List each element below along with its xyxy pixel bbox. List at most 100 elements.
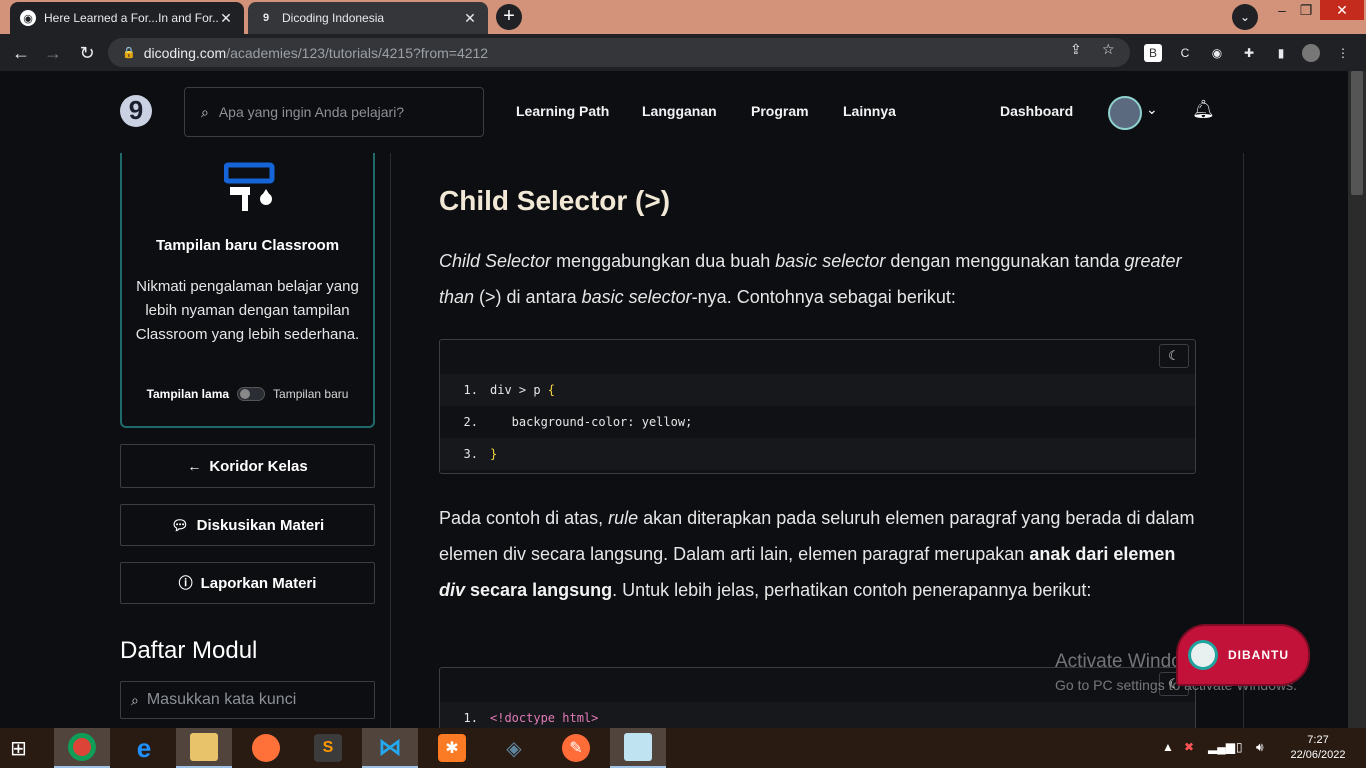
extension-eyes-icon[interactable]: ◉	[1208, 44, 1226, 62]
moon-icon[interactable]: ☾	[1159, 344, 1189, 368]
notes-taskbar-icon[interactable]	[610, 728, 666, 768]
search-icon: ⌕	[201, 103, 209, 120]
line-number: 2.	[463, 415, 478, 429]
extension-c-icon[interactable]: C	[1176, 44, 1194, 62]
help-badge-label: DIBANTU	[1228, 648, 1289, 662]
url-path: /academies/123/tutorials/4215?from=4212	[226, 44, 489, 61]
mysql-workbench-taskbar-icon[interactable]: ◈	[486, 728, 542, 768]
postman-taskbar-icon[interactable]: ✎	[548, 728, 604, 768]
button-label: Laporkan Materi	[200, 574, 317, 592]
button-label: Diskusikan Materi	[196, 516, 325, 534]
text: (>) di antara	[474, 287, 582, 307]
clock-time: 7:27	[1307, 734, 1329, 746]
taskbar-clock[interactable]: 7:27 22/06/2022	[1288, 733, 1348, 763]
new-tab-button[interactable]: +	[496, 4, 522, 30]
extension-b-icon[interactable]: B	[1144, 44, 1162, 62]
module-search-input[interactable]	[146, 691, 357, 709]
term-div: div	[439, 580, 466, 600]
paint-roller-icon	[224, 162, 275, 211]
chat-bubble-icon: 💬︎	[170, 516, 189, 533]
text: . Untuk lebih jelas, perhatikan contoh p…	[612, 580, 1092, 600]
help-chat-badge[interactable]: DIBANTU	[1176, 624, 1310, 686]
edge-taskbar-icon[interactable]: e	[116, 728, 172, 768]
tab-learned-for-in[interactable]: ◉ Here Learned a For...In and For...o ✕	[10, 2, 244, 34]
diskusikan-materi-button[interactable]: 💬︎ Diskusikan Materi	[120, 504, 375, 546]
dicoding-logo[interactable]: 9	[120, 95, 152, 127]
section-heading: Child Selector (>)	[439, 185, 671, 216]
button-label: Koridor Kelas	[209, 457, 308, 475]
bookmark-star-icon[interactable]: ☆	[1102, 41, 1115, 58]
chrome-taskbar-icon[interactable]	[54, 728, 110, 768]
toggle-old-label: Tampilan lama	[146, 387, 230, 401]
laporkan-materi-button[interactable]: ⓘ Laporkan Materi	[120, 562, 375, 604]
window-close-button[interactable]: ✕	[1320, 0, 1364, 20]
avatar[interactable]	[1108, 96, 1142, 130]
address-bar[interactable]: 🔒 dicoding.com /academies/123/tutorials/…	[108, 38, 1130, 67]
code-block-1: ☾ 1. div > p { 2. background-color: yell…	[439, 339, 1196, 474]
nav-lainnya[interactable]: Lainnya	[843, 103, 896, 119]
nav-dashboard[interactable]: Dashboard	[1000, 103, 1073, 119]
bold-text: secara langsung	[465, 580, 613, 600]
site-search[interactable]: ⌕	[184, 87, 484, 137]
line-number: 1.	[463, 383, 478, 397]
paragraph-explanation: Pada contoh di atas, rule akan diterapka…	[439, 500, 1199, 608]
nav-langganan[interactable]: Langganan	[642, 103, 717, 119]
tab-title: Here Learned a For...In and For...o	[44, 11, 218, 25]
reload-icon[interactable]: ↻	[74, 40, 100, 66]
tab-dicoding[interactable]: 9 Dicoding Indonesia ✕	[248, 2, 488, 34]
text: dengan menggunakan tanda	[885, 251, 1125, 271]
line-number: 3.	[463, 447, 478, 461]
classroom-promo-card: Tampilan baru Classroom Nikmati pengalam…	[120, 153, 375, 428]
tray-chevron-up-icon[interactable]: ▲	[1162, 740, 1174, 754]
bell-icon[interactable]: 🔔︎	[1192, 99, 1215, 120]
profile-avatar-icon[interactable]	[1302, 44, 1320, 62]
windows-start-icon[interactable]: ⊞	[10, 736, 36, 760]
battery-icon[interactable]: ▯	[1236, 740, 1243, 754]
toggle-new-label: Tampilan baru	[273, 387, 349, 401]
paragraph-intro: Child Selector menggabungkan dua buah ba…	[439, 243, 1199, 315]
close-icon[interactable]: ✕	[218, 10, 234, 27]
vscode-taskbar-icon[interactable]: ⋈	[362, 728, 418, 768]
firefox-taskbar-icon[interactable]	[238, 728, 294, 768]
side-panel-icon[interactable]: ▮	[1272, 44, 1290, 62]
code-line: 1. <!doctype html>	[440, 702, 1195, 728]
file-explorer-taskbar-icon[interactable]	[176, 728, 232, 768]
term-basic-selector: basic selector	[775, 251, 886, 271]
code-text: div > p	[490, 383, 548, 397]
back-arrow-icon[interactable]: ←	[8, 40, 34, 66]
browser-tab-strip: ◉ Here Learned a For...In and For...o ✕ …	[0, 0, 1366, 34]
promo-title: Tampilan baru Classroom	[155, 237, 340, 254]
info-icon: ⓘ	[178, 575, 193, 591]
code-text: background-color: yellow;	[490, 415, 693, 429]
forward-arrow-icon[interactable]: →	[40, 40, 66, 66]
xampp-taskbar-icon[interactable]: ✱	[424, 728, 480, 768]
speaker-icon[interactable]: 🔊︎	[1256, 740, 1264, 755]
tab-title: Dicoding Indonesia	[282, 11, 385, 25]
bold-text: anak dari elemen	[1029, 544, 1176, 564]
text: Pada contoh di atas,	[439, 508, 609, 528]
windows-taskbar: ⊞ e S ⋈ ✱ ◈ ✎ ▲ ✖ ▂▄▆ ▯ 🔊︎ 7:27 22/06/20…	[0, 728, 1366, 768]
signal-icon[interactable]: ▂▄▆	[1208, 740, 1235, 754]
promo-description: Nikmati pengalaman belajar yang lebih ny…	[135, 278, 360, 343]
puzzle-icon[interactable]: ✚	[1240, 44, 1258, 62]
view-switch[interactable]	[237, 387, 266, 401]
code-text: <!doctype html>	[490, 711, 599, 725]
search-input[interactable]	[218, 104, 459, 120]
code-line: 2. background-color: yellow;	[440, 406, 1195, 438]
sublime-taskbar-icon[interactable]: S	[300, 728, 356, 768]
robot-icon	[1188, 640, 1218, 670]
nav-learning-path[interactable]: Learning Path	[516, 103, 609, 119]
koridor-kelas-button[interactable]: ← Koridor Kelas	[120, 444, 375, 488]
scrollbar-thumb[interactable]	[1351, 71, 1363, 195]
nav-program[interactable]: Program	[751, 103, 809, 119]
kebab-menu-icon[interactable]: ⋮	[1334, 44, 1352, 62]
chevron-down-icon[interactable]: ⌄	[1146, 101, 1158, 118]
page-scrollbar[interactable]	[1348, 71, 1366, 728]
chevron-down-icon[interactable]: ⌄	[1232, 4, 1258, 30]
module-search[interactable]: ⌕	[120, 681, 375, 719]
network-error-icon[interactable]: ✖	[1184, 740, 1194, 754]
code-line: 1. div > p {	[440, 374, 1195, 406]
module-list-heading: Daftar Modul	[120, 637, 258, 664]
share-icon[interactable]: ⇪	[1070, 41, 1082, 58]
close-icon[interactable]: ✕	[462, 10, 478, 27]
